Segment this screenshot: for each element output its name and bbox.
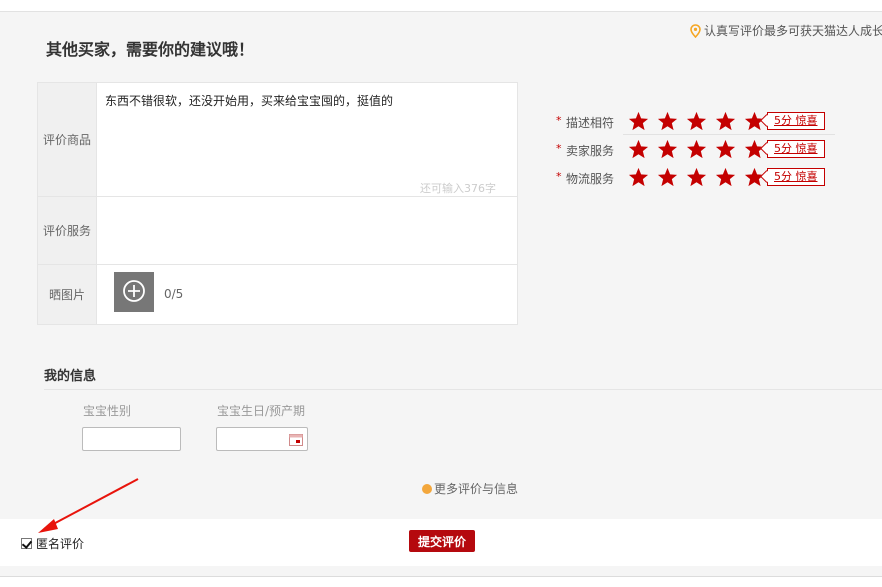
photo-count: 0/5 [164, 287, 184, 301]
gender-select[interactable] [82, 427, 181, 451]
upload-photo-button[interactable] [114, 272, 154, 312]
calendar-icon[interactable] [289, 434, 303, 446]
star-icon[interactable] [715, 111, 736, 131]
star-icon[interactable] [628, 111, 649, 131]
star-group [628, 139, 765, 159]
review-form: 评价商品 东西不错很软，还没开始用，买来给宝宝囤的，挺值的 还可输入376字 评… [37, 82, 518, 325]
top-edge [0, 0, 882, 12]
anonymous-checkbox[interactable] [21, 538, 32, 549]
star-icon[interactable] [628, 167, 649, 187]
form-row-photos: 晒图片 0/5 [38, 265, 517, 324]
rating-logistics: * 物流服务 5分 惊喜 [556, 167, 856, 195]
star-icon[interactable] [715, 139, 736, 159]
birthday-input[interactable] [216, 427, 308, 451]
shop-ratings: * 描述相符 5分 惊喜 * 卖家服务 5分 惊喜 * 物流服务 5分 惊喜 [556, 111, 856, 195]
star-icon[interactable] [686, 167, 707, 187]
score-badge: 5分 惊喜 [767, 112, 825, 130]
score-badge: 5分 惊喜 [767, 140, 825, 158]
row-label-service: 评价服务 [38, 197, 97, 264]
more-info-link[interactable]: 更多评价与信息 [422, 480, 518, 497]
row-label-photos: 晒图片 [38, 265, 97, 324]
char-count-hint: 还可输入376字 [420, 182, 496, 195]
star-icon[interactable] [628, 139, 649, 159]
anonymous-review[interactable]: 匿名评价 [21, 535, 84, 552]
more-info-label: 更多评价与信息 [434, 482, 519, 496]
tip-text: 认真写评价最多可获天猫达人成长值 [690, 22, 882, 41]
red-arrow-annotation [38, 478, 139, 533]
rating-divider [623, 134, 835, 135]
star-icon[interactable] [686, 139, 707, 159]
service-textarea[interactable] [97, 197, 517, 264]
birthday-label: 宝宝生日/预产期 [217, 404, 306, 418]
star-icon[interactable] [657, 111, 678, 131]
dot-icon [422, 484, 432, 494]
location-pin-icon [690, 24, 701, 41]
star-icon[interactable] [715, 167, 736, 187]
rating-seller-service: * 卖家服务 5分 惊喜 [556, 139, 856, 167]
tip-label: 认真写评价最多可获天猫达人成长值 [704, 24, 882, 38]
rating-label: 描述相符 [566, 116, 615, 130]
my-info-title: 我的信息 [44, 369, 97, 384]
anonymous-label: 匿名评价 [36, 537, 85, 551]
page-title: 其他买家，需要你的建议哦！ [46, 40, 255, 59]
star-icon[interactable] [686, 111, 707, 131]
row-label-product: 评价商品 [38, 83, 97, 196]
rating-label: 物流服务 [566, 172, 615, 186]
bottom-edge [0, 576, 882, 587]
form-row-service: 评价服务 [38, 197, 517, 265]
star-group [628, 111, 765, 131]
star-group [628, 167, 765, 187]
star-icon[interactable] [657, 167, 678, 187]
review-textarea[interactable]: 东西不错很软，还没开始用，买来给宝宝囤的，挺值的 [105, 92, 393, 109]
required-mark: * [556, 142, 562, 155]
rating-label: 卖家服务 [566, 144, 615, 158]
gender-label: 宝宝性别 [83, 404, 132, 418]
score-badge: 5分 惊喜 [767, 168, 825, 186]
required-mark: * [556, 114, 562, 127]
submit-review-button[interactable]: 提交评价 [409, 530, 475, 552]
plus-circle-icon [122, 279, 146, 306]
section-divider [44, 389, 882, 390]
form-row-product: 评价商品 东西不错很软，还没开始用，买来给宝宝囤的，挺值的 还可输入376字 [38, 83, 517, 197]
required-mark: * [556, 170, 562, 183]
star-icon[interactable] [657, 139, 678, 159]
